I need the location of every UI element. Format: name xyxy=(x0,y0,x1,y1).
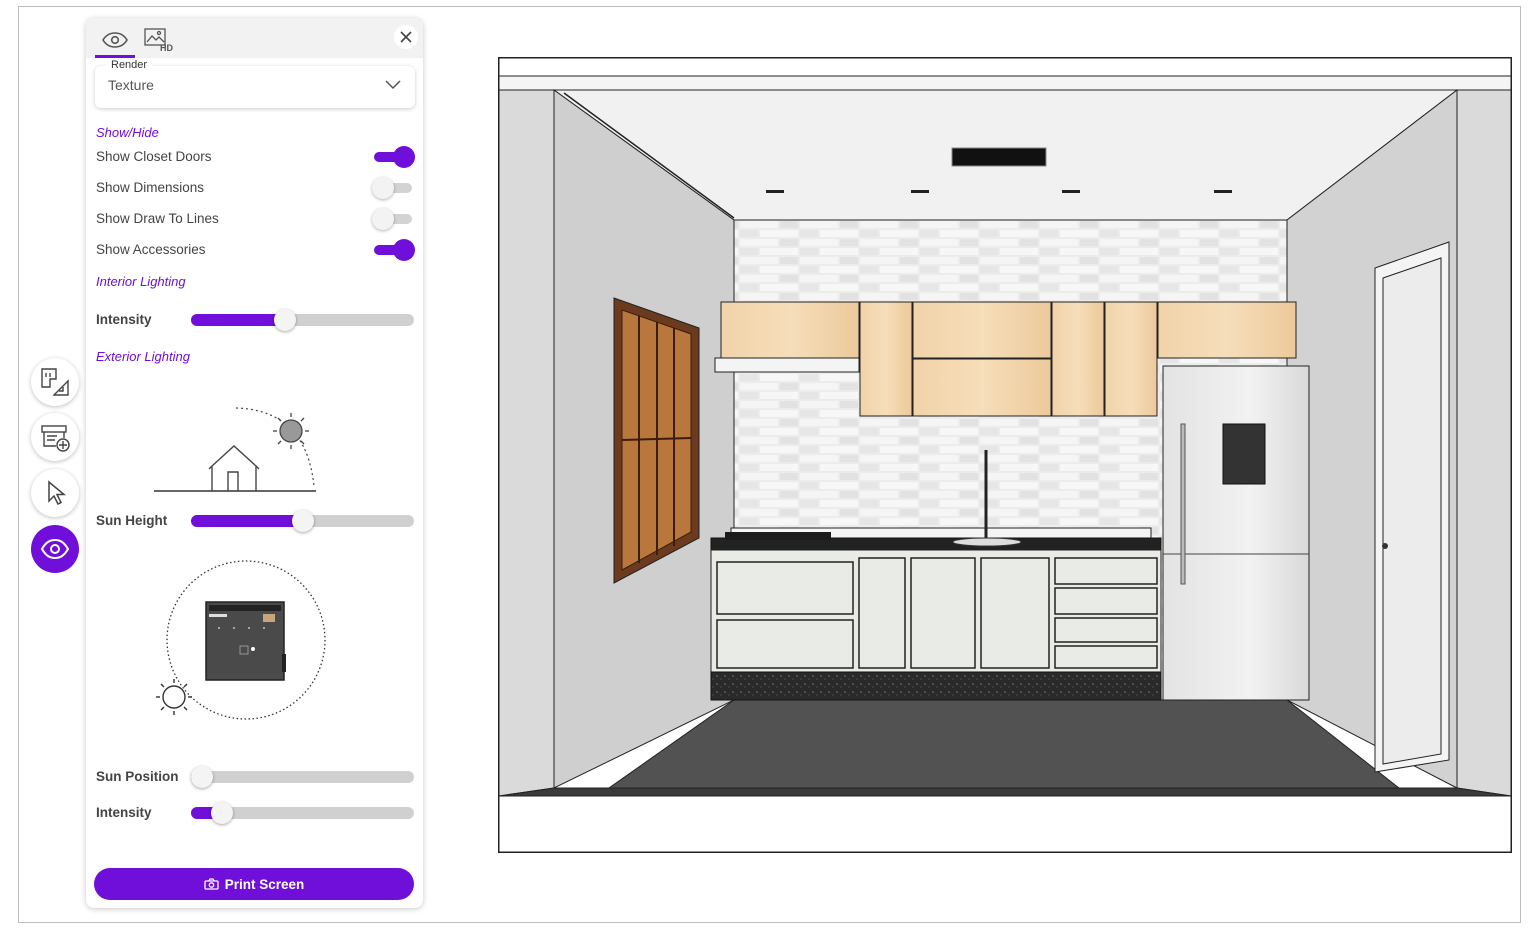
sun-position-label: Sun Position xyxy=(96,769,179,784)
sun-position-slider[interactable] xyxy=(191,766,414,788)
interior-intensity-slider[interactable] xyxy=(191,309,414,331)
exterior-intensity-slider[interactable] xyxy=(191,802,414,824)
floorplan-thumbnail-icon xyxy=(205,601,286,681)
tab-view[interactable] xyxy=(95,24,135,58)
toggle-dimensions[interactable] xyxy=(372,177,415,199)
floorplan-tool-button[interactable] xyxy=(31,358,79,406)
sun-position-compass[interactable] xyxy=(148,558,338,733)
toggle-label-draw-to-lines: Show Draw To Lines xyxy=(96,211,219,226)
panel-header: HD xyxy=(86,18,423,58)
close-panel-button[interactable] xyxy=(394,25,418,49)
toggle-accessories[interactable] xyxy=(373,239,415,261)
show-hide-title: Show/Hide xyxy=(96,125,159,140)
render-label: Render xyxy=(106,59,153,71)
toggle-draw-to-lines[interactable] xyxy=(372,208,415,230)
render-value: Texture xyxy=(108,77,154,93)
sun-icon xyxy=(156,679,192,715)
sun-height-illustration xyxy=(154,407,316,492)
select-tool-button[interactable] xyxy=(31,469,79,517)
add-furniture-button[interactable] xyxy=(31,413,79,461)
toggle-label-closet-doors: Show Closet Doors xyxy=(96,149,212,164)
camera-icon xyxy=(204,878,219,890)
cursor-select-icon xyxy=(48,480,67,506)
view-tool-button[interactable] xyxy=(31,525,79,573)
toggle-label-dimensions: Show Dimensions xyxy=(96,180,205,195)
sun-height-label: Sun Height xyxy=(96,513,168,528)
svg-text:HD: HD xyxy=(160,43,173,53)
interior-intensity-label: Intensity xyxy=(96,312,152,327)
sun-icon xyxy=(273,413,309,449)
house-icon xyxy=(208,445,260,491)
toggle-label-accessories: Show Accessories xyxy=(96,242,206,257)
tab-hd-render[interactable]: HD xyxy=(138,24,178,56)
eye-icon xyxy=(102,32,128,48)
toggle-closet-doors[interactable] xyxy=(373,146,415,168)
render-select[interactable]: Render Texture xyxy=(95,59,415,108)
view-settings-panel: HD Render Texture Show/Hide Show Closet … xyxy=(86,18,423,908)
add-furniture-icon xyxy=(41,425,70,452)
print-screen-button[interactable]: Print Screen xyxy=(94,868,414,900)
kitchen-3d-viewport[interactable] xyxy=(498,57,1512,853)
exterior-lighting-title: Exterior Lighting xyxy=(96,349,190,364)
interior-lighting-title: Interior Lighting xyxy=(96,274,186,289)
close-icon xyxy=(400,31,412,43)
exterior-intensity-label: Intensity xyxy=(96,805,152,820)
hd-image-icon: HD xyxy=(144,28,173,53)
floorplan-measure-icon xyxy=(41,368,69,396)
kitchen-render xyxy=(498,57,1512,853)
eye-icon xyxy=(40,538,70,560)
print-screen-label: Print Screen xyxy=(224,876,305,892)
sun-height-slider[interactable] xyxy=(191,510,414,532)
chevron-down-icon xyxy=(385,80,401,90)
